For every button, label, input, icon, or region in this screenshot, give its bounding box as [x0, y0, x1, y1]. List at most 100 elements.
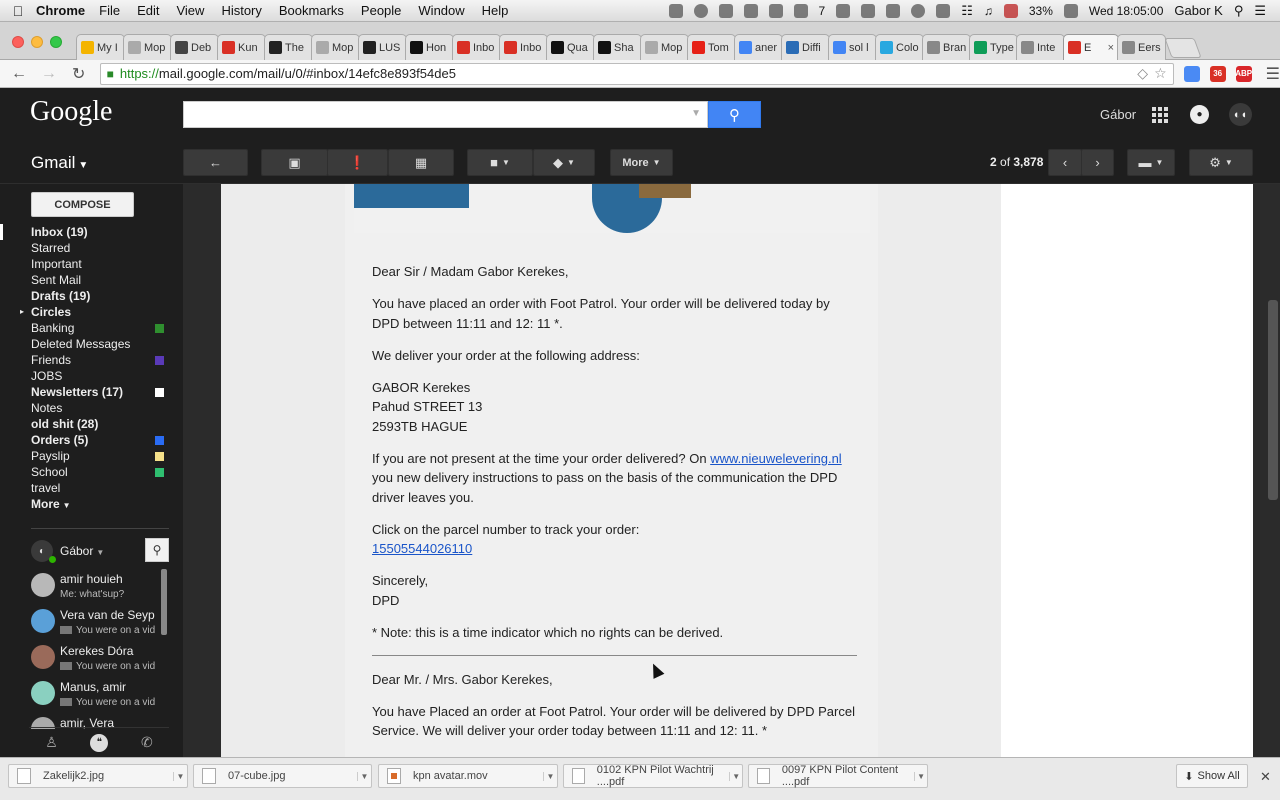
tab[interactable]: Hon	[405, 34, 454, 60]
sidebar-item-deleted-messages[interactable]: Deleted Messages	[0, 336, 183, 352]
tab[interactable]: Inbo	[452, 34, 501, 60]
menu-bookmarks[interactable]: Bookmarks	[279, 3, 344, 18]
reload-icon[interactable]: ↻	[68, 64, 90, 84]
more-actions-button[interactable]: More ▼	[610, 149, 673, 176]
app-menu[interactable]: Chrome	[36, 3, 85, 18]
archive-button[interactable]: ▣	[261, 149, 328, 176]
translate-icon[interactable]	[1183, 65, 1200, 82]
menu-people[interactable]: People	[361, 3, 401, 18]
user-name[interactable]: Gábor	[1100, 107, 1136, 122]
tab-active[interactable]: E ×	[1063, 34, 1119, 60]
download-item[interactable]: 0097 KPN Pilot Content ....pdf ▼	[748, 764, 928, 788]
expand-triangle-icon[interactable]: ▸	[20, 304, 24, 320]
download-options-chevron-icon[interactable]: ▼	[729, 771, 742, 781]
tab[interactable]: Eers	[1117, 34, 1166, 60]
apple-menu-icon[interactable]: 	[0, 3, 36, 19]
contact-list-scrollbar[interactable]	[161, 569, 167, 635]
sidebar-item-friends[interactable]: Friends	[0, 352, 183, 368]
sidebar-item-more[interactable]: More ▼	[0, 496, 183, 512]
menu-window[interactable]: Window	[418, 3, 464, 18]
gmail-switcher[interactable]: Gmail ▼	[31, 153, 88, 173]
gmail-ext-icon[interactable]: 36	[1209, 65, 1226, 82]
tracking-number-link[interactable]: 15505544026110	[372, 541, 472, 556]
robot-icon[interactable]	[768, 3, 783, 18]
download-item[interactable]: kpn avatar.mov ▼	[378, 764, 558, 788]
drop-icon[interactable]	[693, 3, 708, 18]
minimize-window-button[interactable]	[31, 36, 43, 48]
tab[interactable]: Mop	[123, 34, 172, 60]
label-color-swatch[interactable]	[155, 388, 164, 397]
back-arrow-icon[interactable]: ←	[8, 65, 30, 83]
delete-button[interactable]: ▦	[388, 149, 454, 176]
download-status-icon[interactable]	[668, 3, 683, 18]
back-to-inbox-button[interactable]: ←	[183, 149, 248, 176]
account-avatar[interactable]: ◐◖	[1229, 103, 1252, 126]
notifications-bell-icon[interactable]: ●	[1190, 105, 1209, 124]
tab[interactable]: LUS	[358, 34, 407, 60]
lock-icon[interactable]: ■	[107, 67, 114, 81]
search-button[interactable]: ⚲	[708, 101, 761, 128]
chrome-menu-icon[interactable]: ☰	[1266, 64, 1280, 84]
sync-icon[interactable]	[718, 3, 733, 18]
close-window-button[interactable]	[12, 36, 24, 48]
tab[interactable]: Diffi	[781, 34, 830, 60]
label-color-swatch[interactable]	[155, 356, 164, 365]
tab[interactable]: aner	[734, 34, 783, 60]
tab[interactable]: Mop	[640, 34, 689, 60]
sidebar-item-inbox-19[interactable]: Inbox (19)	[0, 224, 183, 240]
new-tab-button[interactable]	[1164, 38, 1202, 58]
address-bar[interactable]: ■ https:// mail.google.com/mail/u/0/#inb…	[99, 62, 1174, 85]
person-icon[interactable]: ♙	[45, 734, 58, 751]
sidebar-item-circles[interactable]: ▸ Circles	[0, 304, 183, 320]
clock[interactable]: Wed 18:05:00	[1089, 4, 1164, 18]
download-item[interactable]: 0102 KPN Pilot Wachtrij ....pdf ▼	[563, 764, 743, 788]
sidebar-item-school[interactable]: School	[0, 464, 183, 480]
tab[interactable]: Sha	[593, 34, 642, 60]
download-item[interactable]: 07-cube.jpg ▼	[193, 764, 372, 788]
tab[interactable]: Type	[969, 34, 1018, 60]
sidebar-item-jobs[interactable]: JOBS	[0, 368, 183, 384]
tab[interactable]: Deb	[170, 34, 219, 60]
bookmark-star-icon[interactable]: ☆	[1154, 65, 1167, 82]
tab[interactable]: Kun	[217, 34, 266, 60]
notification-center-icon[interactable]: ☰	[1254, 3, 1266, 19]
tab[interactable]: Colo	[875, 34, 924, 60]
page-scrollbar[interactable]	[1268, 300, 1278, 500]
older-button[interactable]: ›	[1081, 149, 1114, 176]
download-options-chevron-icon[interactable]: ▼	[357, 771, 371, 781]
download-options-chevron-icon[interactable]: ▼	[543, 771, 557, 781]
chat-contact[interactable]: amir houieh Me: what'sup?	[29, 569, 169, 605]
menu-edit[interactable]: Edit	[137, 3, 159, 18]
wifi-icon[interactable]: ☷	[961, 3, 973, 19]
chat-contact[interactable]: Kerekes Dóra You were on a vid	[29, 641, 169, 677]
newer-button[interactable]: ‹	[1048, 149, 1082, 176]
plus-cross-icon[interactable]	[861, 3, 876, 18]
glasses-icon[interactable]	[743, 3, 758, 18]
move-to-button[interactable]: ■ ▼	[467, 149, 533, 176]
tab[interactable]: Inbo	[499, 34, 548, 60]
menu-view[interactable]: View	[176, 3, 204, 18]
search-options-caret-icon[interactable]: ▼	[691, 108, 701, 119]
zoom-window-button[interactable]	[50, 36, 62, 48]
tray-count[interactable]: 7	[819, 4, 826, 18]
time-machine-icon[interactable]	[911, 3, 926, 18]
search-input[interactable]: ▼	[183, 101, 708, 128]
tab[interactable]: Inte	[1016, 34, 1065, 60]
hangouts-icon[interactable]: ❝	[90, 733, 109, 752]
chat-contact[interactable]: Manus, amir You were on a vid	[29, 677, 169, 713]
close-download-shelf-icon[interactable]: ✕	[1260, 769, 1271, 785]
battery-percent[interactable]: 33%	[1029, 4, 1053, 18]
chat-search-button[interactable]: ⚲	[145, 538, 169, 562]
google-logo[interactable]: Google	[30, 96, 112, 128]
tab[interactable]: Bran	[922, 34, 971, 60]
tab[interactable]: The	[264, 34, 313, 60]
forward-arrow-icon[interactable]: →	[38, 65, 60, 83]
label-color-swatch[interactable]	[155, 468, 164, 477]
sidebar-item-travel[interactable]: travel	[0, 480, 183, 496]
airplay-icon[interactable]	[886, 3, 901, 18]
download-options-chevron-icon[interactable]: ▼	[173, 771, 187, 781]
close-tab-icon[interactable]: ×	[1108, 42, 1114, 54]
sidebar-item-old-shit-28[interactable]: old shit (28)	[0, 416, 183, 432]
chat-contact[interactable]: Vera van de Seyp You were on a vid	[29, 605, 169, 641]
abp-icon[interactable]: ABP	[1235, 65, 1252, 82]
